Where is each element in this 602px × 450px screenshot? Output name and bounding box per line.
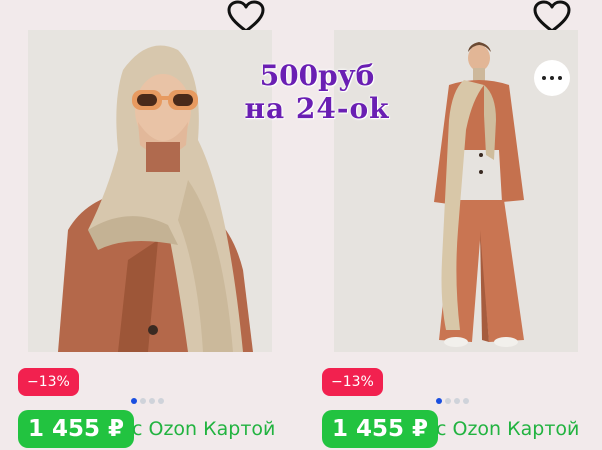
more-options-button[interactable] <box>534 60 570 96</box>
more-dot-icon <box>550 76 554 80</box>
gallery-dot[interactable] <box>445 398 451 404</box>
gallery-dot[interactable] <box>149 398 155 404</box>
price-badge: 1 455 ₽ <box>322 410 439 448</box>
more-dot-icon <box>558 76 562 80</box>
product-image[interactable] <box>28 30 272 352</box>
gallery-dot[interactable] <box>140 398 146 404</box>
price-card-note: с Ozon Картой <box>132 418 276 440</box>
gallery-dot[interactable] <box>463 398 469 404</box>
discount-badge: −13% <box>18 368 79 396</box>
favorite-heart-icon[interactable] <box>532 0 572 34</box>
favorite-heart-icon[interactable] <box>226 0 266 34</box>
product-card[interactable]: −13% 1 455 ₽ с Ozon Картой <box>0 0 290 450</box>
discount-badge: −13% <box>322 368 383 396</box>
gallery-dot[interactable] <box>436 398 442 404</box>
gallery-dot[interactable] <box>131 398 137 404</box>
product-card[interactable]: −13% 1 455 ₽ с Ozon Картой <box>312 0 602 450</box>
product-photo-woman-scarf-sunglasses-icon <box>28 30 272 352</box>
price-badge: 1 455 ₽ <box>18 410 135 448</box>
gallery-pagination[interactable] <box>436 398 469 404</box>
more-dot-icon <box>542 76 546 80</box>
product-grid: −13% 1 455 ₽ с Ozon Картой −13% 1 455 ₽ … <box>0 0 602 450</box>
gallery-dot[interactable] <box>454 398 460 404</box>
price-card-note: с Ozon Картой <box>436 418 580 440</box>
gallery-pagination[interactable] <box>131 398 164 404</box>
gallery-dot[interactable] <box>158 398 164 404</box>
